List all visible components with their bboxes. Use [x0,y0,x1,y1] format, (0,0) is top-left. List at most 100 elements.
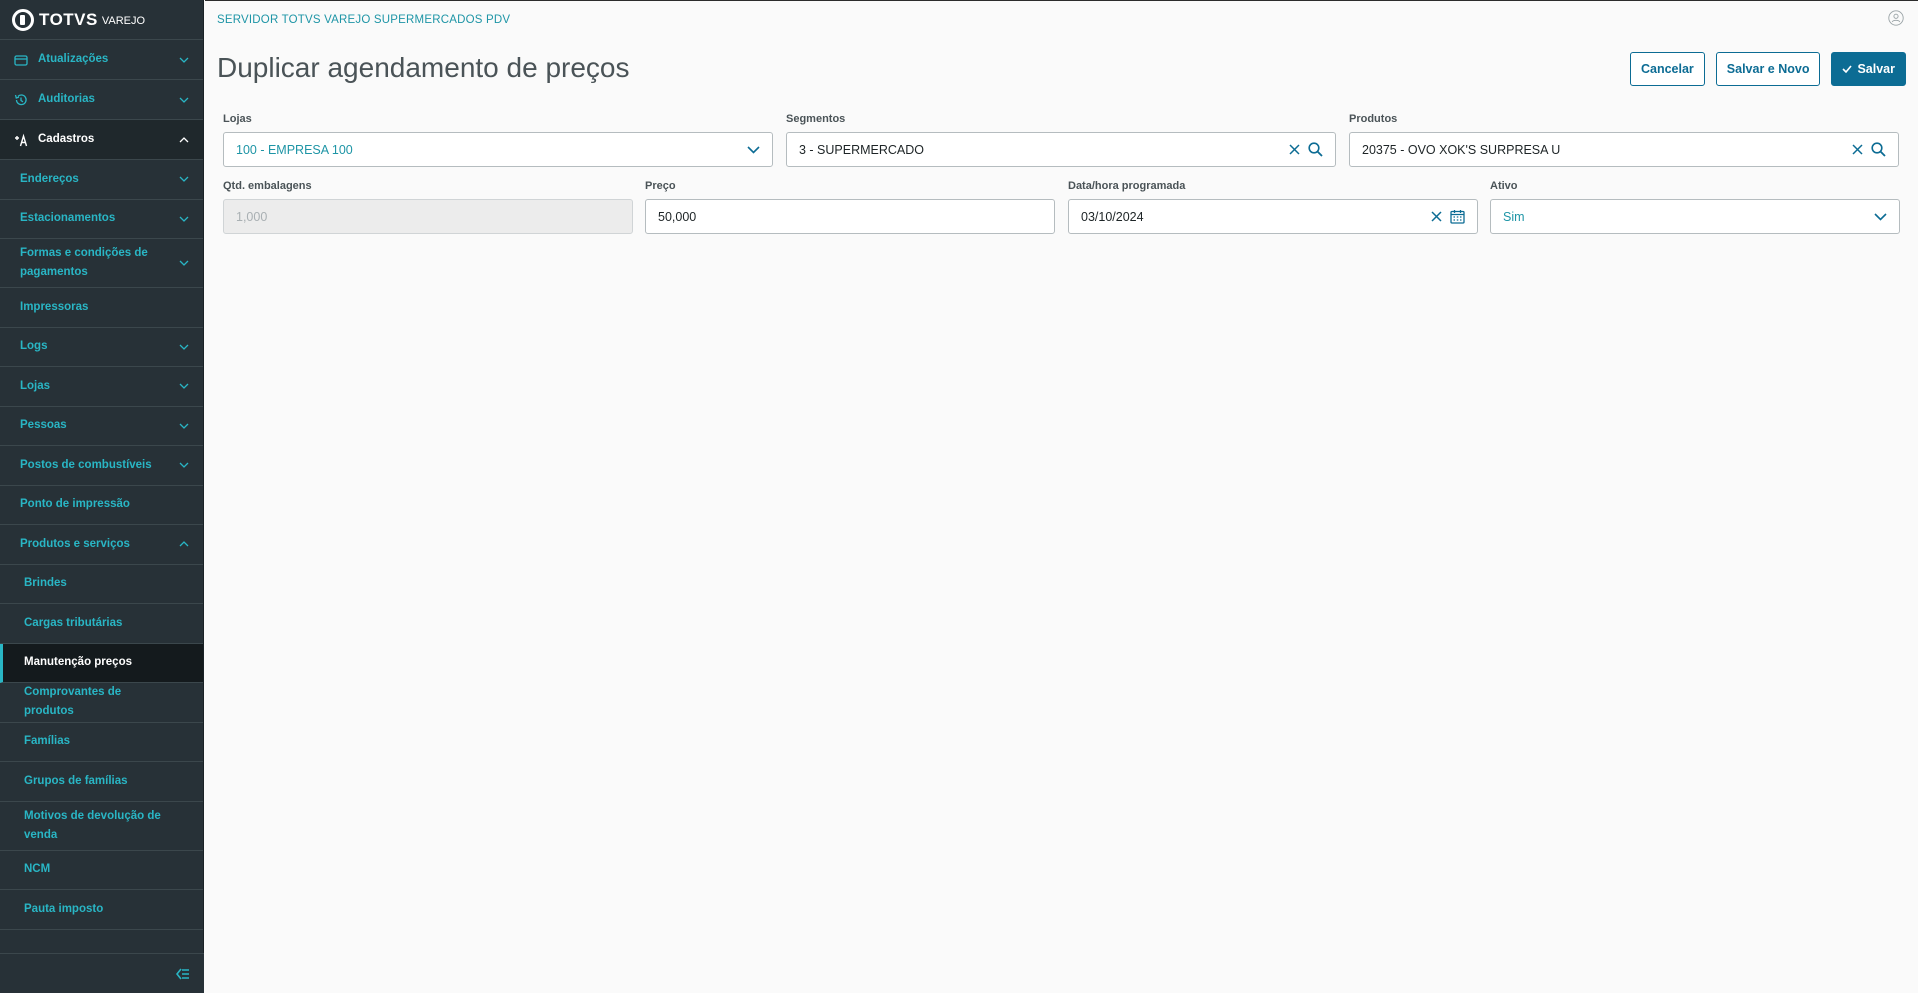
calendar-icon[interactable] [1450,209,1465,224]
sidebar-item-manutencao-precos[interactable]: Manutenção preços [0,643,203,683]
sidebar-item-label: Auditorias [38,93,95,105]
sidebar-item-motivos-de-devolucao-de-venda[interactable]: Motivos de devolução de venda [0,802,203,851]
sidebar-item-label: Pauta imposto [24,902,104,915]
sidebar-item-pessoas[interactable]: Pessoas [0,407,203,446]
save-button[interactable]: Salvar [1831,52,1906,86]
chevron-down-icon [179,57,189,63]
check-icon [1842,65,1853,73]
sidebar-item-formas-e-condicoes-de-pagamentos[interactable]: Formas e condições de pagamentos [0,239,203,288]
sidebar-item-familias[interactable]: Famílias [0,723,203,762]
cancel-button[interactable]: Cancelar [1629,52,1705,86]
sidebar-item-label: Estacionamentos [20,212,116,225]
sidebar-item-impressoras[interactable]: Impressoras [0,288,203,328]
ativo-select[interactable]: Sim [1490,199,1900,234]
sidebar-item-label: Impressoras [20,300,89,313]
sidebar-item-postos-de-combustiveis[interactable]: Postos de combustíveis [0,446,203,486]
clear-icon[interactable] [1852,144,1863,155]
totvs-logo-icon [12,8,34,31]
preco-label: Preço [645,180,676,192]
add-user-icon [15,133,28,146]
sidebar-item-ncm[interactable]: NCM [0,851,203,890]
page-title: Duplicar agendamento de preços [217,52,630,83]
produtos-lookup[interactable]: 20375 - OVO XOK'S SURPRESA U [1349,132,1899,167]
sidebar-item-produtos-e-servicos[interactable]: Produtos e serviços [0,525,203,565]
brand-logo[interactable]: TOTVS VAREJO [0,0,203,40]
ativo-field: Ativo Sim [1490,180,1900,234]
sidebar-item-label: Logs [20,340,48,353]
sidebar-item-label: Motivos de devolução de venda [24,809,161,841]
segmentos-label: Segmentos [786,113,846,125]
sidebar-item-cargas-tributarias[interactable]: Cargas tributárias [0,604,203,644]
segmentos-field: Segmentos 3 - SUPERMERCADO [786,113,1336,167]
sidebar-item-content: Manutenção preços [24,653,132,672]
sidebar-item-label: Atualizações [38,53,109,65]
sidebar-item-atualizacoes[interactable]: Atualizações [0,40,203,80]
lojas-value: 100 - EMPRESA 100 [236,142,353,157]
preco-input[interactable]: 50,000 [645,199,1055,234]
collapse-menu-button[interactable] [0,953,204,993]
sidebar-item-content: Brindes [24,574,67,593]
segmentos-lookup[interactable]: 3 - SUPERMERCADO [786,132,1336,167]
sidebar-item-estacionamentos[interactable]: Estacionamentos [0,200,203,239]
card-icon [14,54,28,66]
data-programada-value: 03/10/2024 [1081,209,1144,224]
sidebar-item-label: Brindes [24,577,67,590]
sidebar-item-enderecos[interactable]: Endereços [0,160,203,200]
sidebar-item-comprovantes-de-produtos[interactable]: Comprovantes de produtos [0,683,203,723]
user-profile-button[interactable] [1888,10,1904,31]
sidebar-item-content: Famílias [24,732,70,751]
page-actions: Cancelar Salvar e Novo Salvar [1629,52,1906,86]
sidebar-item-label: Postos de combustíveis [20,458,152,471]
qtd-embalagens-label: Qtd. embalagens [223,180,312,192]
chevron-down-icon [179,383,189,390]
segmentos-value: 3 - SUPERMERCADO [799,142,925,157]
qtd-embalagens-input: 1,000 [223,199,633,234]
sidebar-item-label: Formas e condições de pagamentos [20,247,148,278]
user-icon [1888,10,1904,26]
sidebar-item-label: Grupos de famílias [24,774,128,787]
chevron-down-icon [179,97,189,103]
lojas-label: Lojas [223,113,252,125]
sidebar-item-label: Cargas tributárias [24,616,123,629]
produtos-label: Produtos [1349,113,1398,125]
search-icon[interactable] [1308,142,1323,157]
chevron-down-icon [179,216,189,222]
chevron-down-icon [747,145,760,154]
chevron-up-icon [179,136,189,142]
ativo-value: Sim [1503,209,1525,224]
sidebar-item-auditorias[interactable]: Auditorias [0,80,203,120]
sidebar-item-label: Pessoas [20,419,67,432]
sidebar-item-content: Pauta imposto [24,900,103,919]
data-programada-field: Data/hora programada 03/10/2024 [1068,180,1478,234]
sidebar-item-brindes[interactable]: Brindes [0,565,203,604]
sidebar-item-ponto-de-impressao[interactable]: Ponto de impressão [0,486,203,525]
data-programada-input[interactable]: 03/10/2024 [1068,199,1478,234]
sidebar-item-content: Auditorias [14,90,95,109]
save-and-new-button[interactable]: Salvar e Novo [1715,52,1821,86]
clear-icon[interactable] [1289,144,1300,155]
clear-icon[interactable] [1431,211,1442,222]
sidebar-item-content: Comprovantes de produtos [24,683,164,721]
search-icon[interactable] [1871,142,1886,157]
sidebar-item-label: Manutenção preços [24,656,132,669]
sidebar-item-grupos-de-familias[interactable]: Grupos de famílias [0,762,203,802]
sidebar-item-content: Motivos de devolução de venda [24,807,164,845]
sidebar-item-lojas[interactable]: Lojas [0,367,203,407]
sidebar-item-cadastros[interactable]: Cadastros [0,120,203,160]
sidebar-menu: Atualizações Auditorias Cadastros Endereços… [0,40,203,930]
produtos-value: 20375 - OVO XOK'S SURPRESA U [1362,142,1561,157]
sidebar-item-content: Ponto de impressão [20,495,130,514]
lojas-select[interactable]: 100 - EMPRESA 100 [223,132,773,167]
save-button-label: Salvar [1857,62,1895,76]
sidebar-item-logs[interactable]: Logs [0,328,203,367]
qtd-embalagens-value: 1,000 [236,209,268,224]
sidebar-item-content: Grupos de famílias [24,772,128,791]
sidebar-item-content: Cargas tributárias [24,614,122,633]
sidebar-item-content: Produtos e serviços [20,535,130,554]
sidebar-item-content: Formas e condições de pagamentos [20,244,160,282]
sidebar-item-content: Impressoras [20,298,88,317]
sidebar-item-content: Cadastros [14,130,94,149]
sidebar-item-label: Comprovantes de produtos [24,686,122,718]
chevron-down-icon [179,462,189,469]
sidebar-item-pauta-imposto[interactable]: Pauta imposto [0,890,203,930]
